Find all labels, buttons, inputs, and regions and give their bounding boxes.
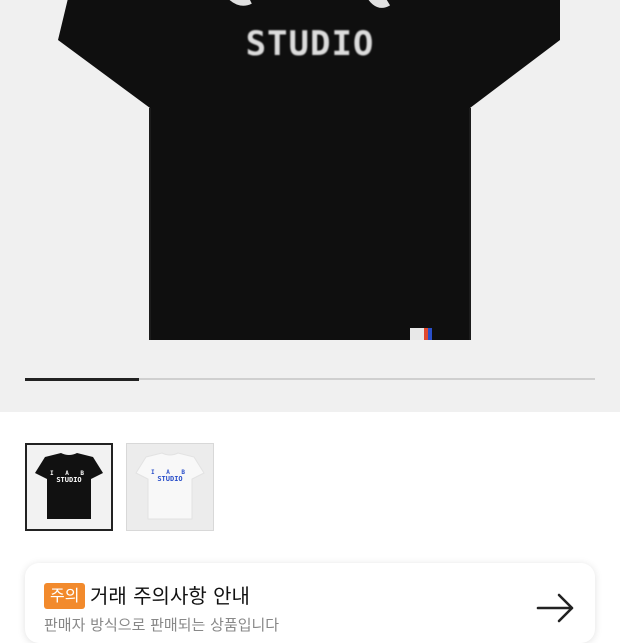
shirt-print-text: STUDIO <box>245 24 375 64</box>
product-hero-image[interactable]: STUDIO <box>0 0 620 412</box>
gallery-progress-bar <box>25 377 595 381</box>
tshirt-thumb-black-icon <box>35 453 103 519</box>
notice-subtitle: 판매자 방식으로 판매되는 상품입니다 <box>44 616 280 634</box>
notice-badge: 주의 <box>44 583 86 609</box>
tshirt-thumb-white-icon <box>135 452 205 520</box>
gallery-progress-fill <box>25 377 139 381</box>
thumbnail-black[interactable]: I A B STUDIO <box>25 443 113 531</box>
trade-notice-card[interactable]: 주의 거래 주의사항 안내 판매자 방식으로 판매되는 상품입니다 <box>25 563 595 643</box>
thumb-print: STUDIO <box>56 476 82 484</box>
thumbnail-white[interactable]: I A B STUDIO <box>126 443 214 531</box>
care-tag <box>410 328 432 340</box>
thumb-print: STUDIO <box>157 475 183 483</box>
notice-title: 거래 주의사항 안내 <box>90 584 250 608</box>
